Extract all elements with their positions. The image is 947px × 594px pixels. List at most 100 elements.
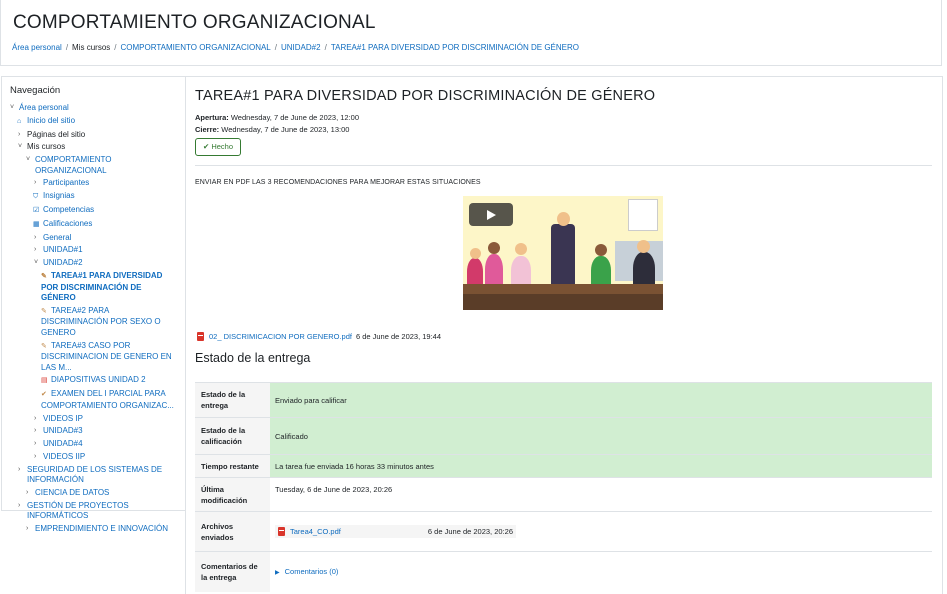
chevron-down-icon: ˅	[18, 143, 23, 151]
table-row: Última modificación Tuesday, 6 de June d…	[195, 477, 932, 512]
caret-right-icon: ▶	[275, 570, 280, 577]
time-remaining-value: La tarea fue enviada 16 horas 33 minutos…	[270, 454, 932, 478]
submitted-file-link[interactable]: Tarea4_CO.pdf	[290, 527, 341, 536]
nav-paginas-del-sitio[interactable]: › Páginas del sitio	[18, 130, 185, 141]
nav-mis-cursos[interactable]: ˅ Mis cursos	[18, 142, 185, 153]
row-label: Tiempo restante	[195, 454, 270, 478]
person-illustration	[633, 252, 655, 288]
nav-general[interactable]: › General	[34, 233, 185, 244]
row-label: Estado de la calificación	[195, 417, 270, 455]
nav-diapositivas[interactable]: ▤ DIAPOSITIVAS UNIDAD 2	[41, 375, 185, 387]
submitted-file-date: 6 de June de 2023, 20:26	[427, 527, 513, 536]
nav-examen[interactable]: ✔ EXAMEN DEL I PARCIAL PARA COMPORTAMIENT…	[41, 389, 185, 411]
attachment-row: 02_ DISCRIMICACION POR GENERO.pdf 6 de Ju…	[197, 332, 441, 341]
chevron-right-icon: ›	[34, 179, 37, 187]
chevron-right-icon: ›	[34, 440, 37, 448]
chevron-right-icon: ›	[26, 525, 29, 533]
pdf-icon	[197, 332, 204, 341]
table-row: Estado de la entrega Enviado para califi…	[195, 382, 932, 418]
play-icon[interactable]	[469, 203, 513, 226]
nav-tarea-1[interactable]: ✎ TAREA#1 PARA DIVERSIDAD POR DISCRIMINAC…	[41, 271, 185, 304]
main-content: TAREA#1 PARA DIVERSIDAD POR DISCRIMINACI…	[185, 76, 943, 594]
check-icon: ✔	[202, 142, 210, 151]
nav-course-emprendimiento[interactable]: › EMPRENDIMIENTO E INNOVACIÓN	[26, 524, 185, 535]
table-illustration	[463, 284, 663, 294]
row-label: Última modificación	[195, 477, 270, 512]
home-icon: ⌂	[17, 117, 22, 125]
person-illustration	[485, 254, 503, 288]
nav-insignias[interactable]: ⛉ Insignias	[33, 191, 185, 203]
chevron-down-icon: ˅	[10, 104, 15, 111]
chevron-right-icon: ›	[34, 233, 37, 241]
comments-value: ▶ Comentarios (0)	[270, 551, 932, 592]
last-modified-value: Tuesday, 6 de June de 2023, 20:26	[270, 477, 932, 512]
chevron-right-icon: ›	[34, 427, 37, 435]
table-row: Comentarios de la entrega ▶ Comentarios (…	[195, 551, 932, 592]
slides-icon: ▤	[41, 377, 48, 385]
divider	[195, 165, 932, 166]
chevron-right-icon: ›	[34, 246, 37, 254]
chevron-right-icon: ›	[18, 501, 21, 509]
chevron-right-icon: ›	[34, 414, 37, 422]
nav-calificaciones[interactable]: ▦ Calificaciones	[33, 219, 185, 231]
nav-tarea-2[interactable]: ✎ TAREA#2 PARA DISCRIMINACIÓN POR SEXO O …	[41, 306, 185, 339]
nav-videos-ip[interactable]: › VIDEOS IP	[34, 414, 185, 425]
comments-link[interactable]: Comentarios (0)	[285, 567, 339, 576]
submission-status-table: Estado de la entrega Enviado para califi…	[195, 382, 932, 592]
nav-course-ciencia-datos[interactable]: › CIENCIA DE DATOS	[26, 488, 185, 499]
submitted-files-value: Tarea4_CO.pdf 6 de June de 2023, 20:26	[270, 511, 932, 552]
nav-unidad-1[interactable]: › UNIDAD#1	[34, 245, 185, 256]
quiz-icon: ✔	[41, 391, 47, 399]
attachment-date: 6 de June de 2023, 19:44	[355, 332, 442, 341]
breadcrumb-mis-cursos[interactable]: Mis cursos	[72, 43, 110, 52]
assignment-icon: ✎	[41, 273, 47, 281]
whiteboard-illustration	[628, 199, 658, 231]
chevron-right-icon: ›	[26, 489, 29, 497]
nav-participantes[interactable]: › Participantes	[34, 178, 185, 189]
assignment-title: TAREA#1 PARA DIVERSIDAD POR DISCRIMINACI…	[195, 88, 656, 104]
video-player[interactable]	[463, 196, 663, 310]
assignment-icon: ✎	[41, 307, 47, 315]
breadcrumb: Área personal / Mis cursos / COMPORTAMIENTO …	[12, 43, 580, 52]
pdf-icon	[278, 527, 285, 536]
nav-videos-iip[interactable]: › VIDEOS IIP	[34, 452, 185, 463]
submission-status-heading: Estado de la entrega	[195, 351, 311, 365]
submission-status-value: Enviado para calificar	[270, 382, 932, 418]
nav-unidad-3[interactable]: › UNIDAD#3	[34, 426, 185, 437]
grading-status-value: Calificado	[270, 417, 932, 455]
open-date: Apertura: Wednesday, 7 de June de 2023, …	[195, 113, 360, 122]
nav-competencias[interactable]: ☑ Competencias	[33, 205, 185, 217]
done-button[interactable]: ✔ Hecho	[195, 138, 241, 156]
nav-inicio-del-sitio[interactable]: ⌂ Inicio del sitio	[17, 116, 185, 128]
attachment-link[interactable]: 02_ DISCRIMICACION POR GENERO.pdf	[209, 332, 352, 341]
submitted-file: Tarea4_CO.pdf 6 de June de 2023, 20:26	[275, 525, 516, 538]
chevron-down-icon: ˅	[26, 156, 31, 164]
close-date: Cierre: Wednesday, 7 de June de 2023, 13…	[195, 125, 350, 134]
breadcrumb-area-personal[interactable]: Área personal	[12, 43, 62, 52]
row-label: Comentarios de la entrega	[195, 551, 270, 592]
assignment-instructions: ENVIAR EN PDF LAS 3 RECOMENDACIONES PARA…	[195, 179, 481, 186]
nav-tarea-3[interactable]: ✎ TAREA#3 CASO POR DISCRIMINACION DE GENE…	[41, 341, 185, 374]
chevron-right-icon: ›	[34, 452, 37, 460]
row-label: Archivos enviados	[195, 511, 270, 552]
breadcrumb-unit[interactable]: UNIDAD#2	[281, 43, 321, 52]
assignment-icon: ✎	[41, 342, 47, 350]
page-header: COMPORTAMIENTO ORGANIZACIONAL Área perso…	[0, 0, 942, 66]
nav-unidad-2[interactable]: ˅ UNIDAD#2	[34, 258, 185, 269]
shield-icon: ⛉	[33, 193, 39, 201]
chevron-right-icon: ›	[18, 465, 21, 473]
table-row: Tiempo restante La tarea fue enviada 16 …	[195, 454, 932, 478]
chevron-right-icon: ›	[18, 130, 21, 138]
nav-course-gestion-proyectos[interactable]: › GESTIÓN DE PROYECTOS INFORMÁTICOS	[18, 501, 185, 522]
nav-unidad-4[interactable]: › UNIDAD#4	[34, 439, 185, 450]
page-title: COMPORTAMIENTO ORGANIZACIONAL	[13, 12, 376, 33]
breadcrumb-course[interactable]: COMPORTAMIENTO ORGANIZACIONAL	[121, 43, 271, 52]
breadcrumb-assignment[interactable]: TAREA#1 PARA DIVERSIDAD POR DISCRIMINACI…	[331, 43, 579, 52]
nav-course-seguridad[interactable]: › SEGURIDAD DE LOS SISTEMAS DE INFORMACIÓ…	[18, 465, 185, 486]
navigation-block: Navegación ˅ Área personal ⌂ Inicio del si…	[1, 76, 186, 533]
nav-course-comportamiento[interactable]: ˅ COMPORTAMIENTO ORGANIZACIONAL	[26, 155, 185, 176]
checkbox-icon: ☑	[33, 207, 40, 215]
table-row: Estado de la calificación Calificado	[195, 417, 932, 455]
table-row: Archivos enviados Tarea4_CO.pdf 6 de Jun…	[195, 511, 932, 552]
nav-area-personal[interactable]: ˅ Área personal	[10, 103, 185, 114]
